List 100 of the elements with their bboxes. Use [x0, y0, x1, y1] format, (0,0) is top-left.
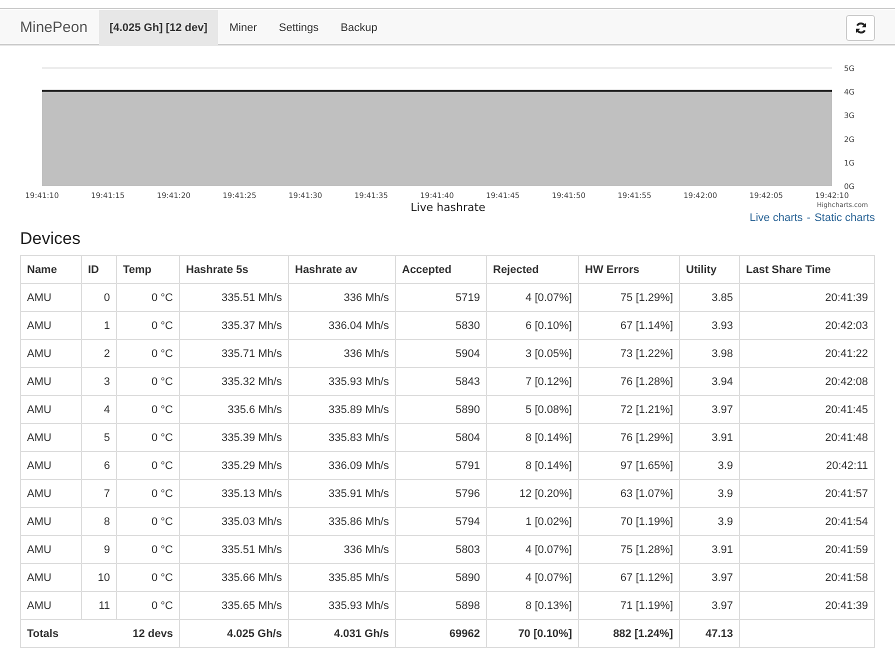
table-cell: 7 [0.12%] [486, 368, 578, 396]
table-cell: 335.83 Mh/s [288, 424, 396, 452]
table-cell: 335.37 Mh/s [180, 312, 288, 340]
table-cell: 1 [0.02%] [486, 508, 578, 536]
chart-link[interactable]: Static charts [814, 212, 875, 224]
chart-title: Live hashrate [410, 201, 486, 214]
table-cell: 3 [82, 368, 116, 396]
table-cell: AMU [20, 452, 82, 480]
table-cell: 69962 [396, 620, 486, 648]
table-cell: 70 [0.10%] [486, 620, 578, 648]
table-cell: 8 [0.14%] [486, 452, 578, 480]
table-cell: 97 [1.65%] [578, 452, 680, 480]
table-cell: AMU [20, 536, 82, 564]
table-cell: 0 °C [116, 480, 180, 508]
column-header: Utility [680, 256, 740, 284]
table-cell: 6 [82, 452, 116, 480]
table-cell: 20:41:58 [740, 564, 874, 592]
table-cell: 76 [1.29%] [578, 424, 680, 452]
table-cell: 5 [82, 424, 116, 452]
table-cell: 5830 [396, 312, 486, 340]
table-cell: 0 [82, 284, 116, 312]
table-cell: 335.86 Mh/s [288, 508, 396, 536]
nav-tab[interactable]: Backup [330, 10, 388, 45]
table-cell: 5794 [396, 508, 486, 536]
table-cell: 9 [82, 536, 116, 564]
table-cell: 3.97 [680, 564, 740, 592]
table-cell: 335.91 Mh/s [288, 480, 396, 508]
chart-link[interactable]: Live charts [750, 212, 803, 224]
table-cell: AMU [20, 396, 82, 424]
table-cell: 8 [0.13%] [486, 592, 578, 620]
table-cell: AMU [20, 424, 82, 452]
table-cell: AMU [20, 340, 82, 368]
table-cell: 5904 [396, 340, 486, 368]
table-cell: 335.51 Mh/s [180, 536, 288, 564]
column-header: Last Share Time [740, 256, 874, 284]
nav-tab[interactable]: Settings [268, 10, 330, 45]
table-cell: 335.89 Mh/s [288, 396, 396, 424]
table-cell: 0 °C [116, 508, 180, 536]
table-cell: 5796 [396, 480, 486, 508]
table-cell: 20:41:54 [740, 508, 874, 536]
table-cell: 5898 [396, 592, 486, 620]
table-cell: 335.29 Mh/s [180, 452, 288, 480]
table-cell: 336.09 Mh/s [288, 452, 396, 480]
table-cell: 20:41:45 [740, 396, 874, 424]
table-cell: 5804 [396, 424, 486, 452]
table-cell: 5843 [396, 368, 486, 396]
table-cell: AMU [20, 284, 82, 312]
table-cell: 335.39 Mh/s [180, 424, 288, 452]
table-cell: 3.97 [680, 592, 740, 620]
table-cell: 75 [1.29%] [578, 284, 680, 312]
table-cell: 70 [1.19%] [578, 508, 680, 536]
table-cell: 63 [1.07%] [578, 480, 680, 508]
table-cell: AMU [20, 368, 82, 396]
table-cell: 20:42:03 [740, 312, 874, 340]
table-cell: 4.031 Gh/s [288, 620, 396, 648]
table-cell: 0 °C [116, 592, 180, 620]
table-cell: 0 °C [116, 312, 180, 340]
table-cell: 7 [82, 480, 116, 508]
table-cell: 335.71 Mh/s [180, 340, 288, 368]
table-cell: 5 [0.08%] [486, 396, 578, 424]
nav-tab[interactable]: [4.025 Gh] [12 dev] [98, 10, 218, 45]
table-cell: 12 devs [132, 628, 173, 640]
table-cell: 20:41:39 [740, 284, 874, 312]
table-cell: 20:41:22 [740, 340, 874, 368]
table-cell: 73 [1.22%] [578, 340, 680, 368]
table-cell: 335.93 Mh/s [288, 592, 396, 620]
nav-tab[interactable]: Miner [218, 10, 268, 45]
table-cell: 11 [82, 592, 116, 620]
table-cell: 5890 [396, 564, 486, 592]
separator: - [806, 212, 810, 224]
table-cell: 4.025 Gh/s [180, 620, 288, 648]
column-header: Accepted [396, 256, 486, 284]
table-cell: Totals [27, 628, 59, 640]
table-cell: 4 [0.07%] [486, 536, 578, 564]
table-cell: 5890 [396, 396, 486, 424]
table-cell: AMU [20, 508, 82, 536]
table-cell: 76 [1.28%] [578, 368, 680, 396]
table-cell: 335.32 Mh/s [180, 368, 288, 396]
table-cell: 336.04 Mh/s [288, 312, 396, 340]
column-header: Hashrate 5s [180, 256, 288, 284]
table-cell: 20:41:39 [740, 592, 874, 620]
table-cell: 335.93 Mh/s [288, 368, 396, 396]
table-cell: 3.9 [680, 508, 740, 536]
table-cell: 3 [0.05%] [486, 340, 578, 368]
table-cell: 0 °C [116, 368, 180, 396]
table-cell: 335.13 Mh/s [180, 480, 288, 508]
column-header: Name [20, 256, 82, 284]
refresh-button[interactable] [846, 14, 875, 40]
brand-name[interactable]: MinePeon [20, 10, 99, 45]
table-cell: 3.94 [680, 368, 740, 396]
table-cell: 20:41:48 [740, 424, 874, 452]
table-cell: 335.85 Mh/s [288, 564, 396, 592]
section-heading: Devices [20, 229, 82, 249]
table-cell: AMU [20, 592, 82, 620]
column-header: Hashrate av [288, 256, 396, 284]
table-cell: 3.93 [680, 312, 740, 340]
table-cell: 335.6 Mh/s [180, 396, 288, 424]
table-cell: 10 [82, 564, 116, 592]
table-cell: 4 [0.07%] [486, 284, 578, 312]
table-cell: AMU [20, 564, 82, 592]
